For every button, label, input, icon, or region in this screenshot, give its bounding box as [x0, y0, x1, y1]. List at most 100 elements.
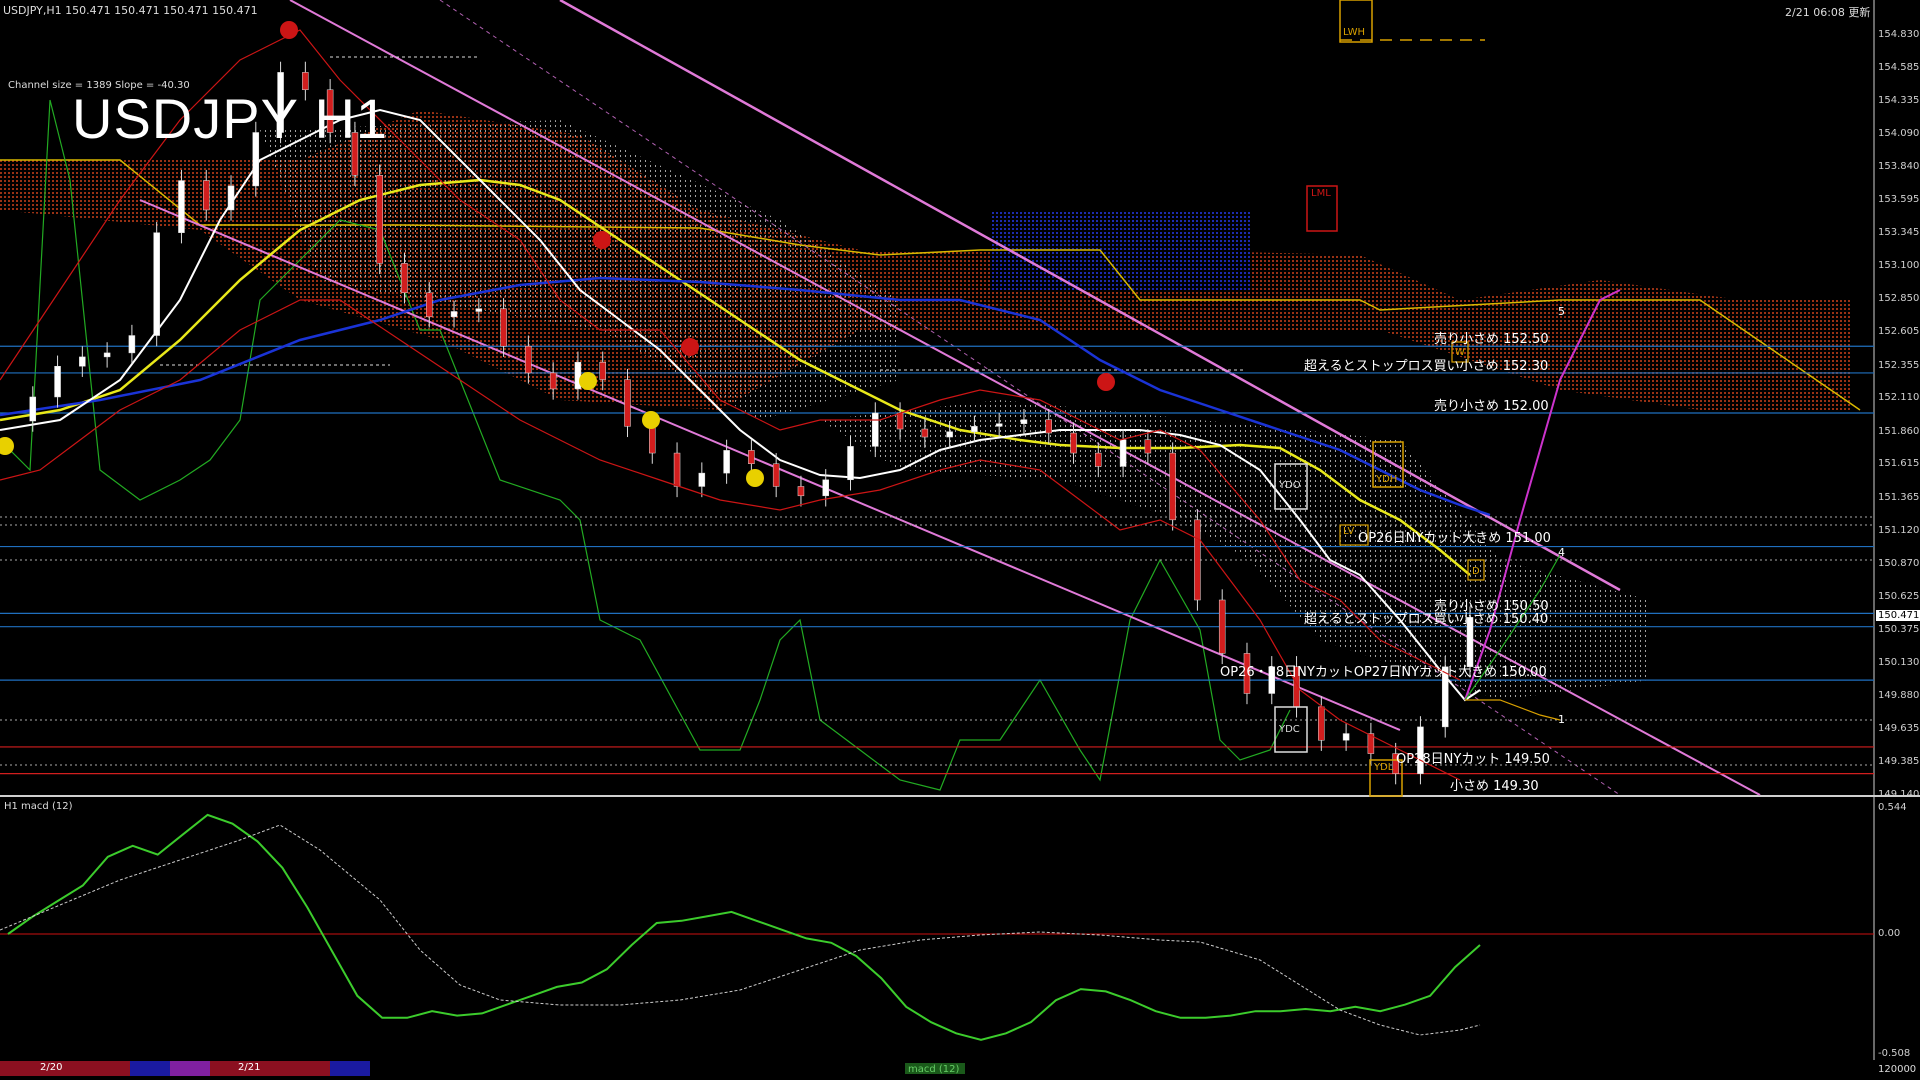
candle-body [921, 428, 929, 438]
d-label: D [1472, 566, 1480, 577]
candle-body [723, 450, 730, 474]
candle-body [624, 379, 631, 427]
price-tick: 152.605 [1878, 326, 1920, 338]
candle-body [178, 180, 185, 233]
candle-body [872, 412, 879, 447]
ydh-label: YDH [1376, 474, 1398, 485]
level-label: OP26・28日NYカットOP27日NYカット大きめ 150.00 [1220, 665, 1547, 680]
candle-body [847, 446, 854, 481]
lv-label: LV [1343, 526, 1355, 537]
wave-label-1: 1 [1558, 713, 1565, 726]
price-tick: 154.585 [1878, 61, 1920, 73]
candle-body [822, 479, 829, 497]
candle-body [698, 472, 706, 487]
price-tick: 151.860 [1878, 425, 1920, 437]
candle-body [1045, 419, 1052, 434]
current-price-tag: 150.471 [1876, 610, 1920, 622]
macd-tag: macd (12) [908, 1064, 960, 1075]
macd-label: H1 macd (12) [4, 801, 73, 812]
price-tick: 149.140 [1878, 789, 1920, 800]
symbol-info: USDJPY,H1 150.471 150.471 150.471 150.47… [3, 4, 258, 17]
candle-body [971, 426, 978, 432]
candle-body [896, 412, 904, 430]
price-tick: 152.850 [1878, 293, 1920, 305]
candle-body [797, 486, 805, 497]
candle-body [748, 450, 755, 465]
level-label: 超えるとストップロス買い小さめ 150.40 [1304, 612, 1549, 627]
level-label: OP28日NYカット 149.50 [1396, 752, 1550, 767]
price-tick: 150.375 [1878, 624, 1920, 636]
price-tick: 153.345 [1878, 227, 1920, 239]
candle-body [995, 423, 1003, 427]
candle-body [227, 185, 235, 211]
price-tick: 153.840 [1878, 161, 1920, 173]
chart-canvas [0, 0, 1920, 1080]
price-tick: 154.090 [1878, 127, 1920, 139]
price-tick: 149.635 [1878, 722, 1920, 734]
candle-body [649, 426, 656, 454]
price-tick: 152.355 [1878, 359, 1920, 371]
timestamp: 2/21 06:08 更新 [1785, 6, 1871, 19]
candle-body [1070, 432, 1077, 454]
candle-body [1194, 519, 1201, 601]
candle-body [1318, 706, 1325, 741]
candle-body [29, 396, 37, 422]
price-tick: 150.130 [1878, 656, 1920, 668]
price-tick: 154.335 [1878, 95, 1920, 107]
price-tick: 151.615 [1878, 458, 1920, 470]
macd-tick-top: 0.544 [1878, 802, 1907, 813]
price-tick: 153.595 [1878, 193, 1920, 205]
wave-label-4: 4 [1558, 546, 1565, 559]
candle-body [1144, 439, 1152, 454]
candle-body [525, 345, 532, 374]
price-tick: 154.830 [1878, 29, 1920, 40]
price-tick: 151.365 [1878, 491, 1920, 503]
candle-body [426, 292, 433, 318]
level-label: OP26日NYカット大きめ 151.00 [1358, 531, 1551, 546]
candle-body [79, 356, 86, 367]
macd-tick-bottom: -0.508 [1878, 1048, 1911, 1059]
candle-body [946, 431, 953, 438]
chart-title: USDJPY H1 [72, 87, 389, 150]
candle-body [549, 372, 557, 390]
price-tick: 149.385 [1878, 756, 1920, 768]
candle-body [475, 308, 483, 312]
candle-body [54, 365, 61, 398]
ydc-label: YDC [1279, 724, 1300, 735]
candle-body [153, 232, 160, 336]
price-tick: 153.100 [1878, 260, 1920, 272]
candle-body [1342, 733, 1350, 741]
level-label: 超えるとストップロス買い小さめ 152.30 [1304, 359, 1549, 374]
date-label-2: 2/21 [238, 1062, 261, 1073]
level-label: 小さめ 149.30 [1450, 779, 1539, 794]
wave-label-5: 5 [1558, 305, 1565, 318]
price-tick: 150.870 [1878, 557, 1920, 569]
candle-body [500, 308, 507, 347]
candle-body [401, 263, 408, 294]
price-tick: 151.120 [1878, 524, 1920, 536]
level-label: 売り小さめ 152.00 [1434, 399, 1549, 414]
candle-body [1095, 452, 1102, 467]
macd-tick-zero: 0.00 [1878, 928, 1901, 939]
ydl-label: YDL [1374, 762, 1394, 773]
candle-body [376, 174, 383, 264]
lwh-label: LWH [1343, 27, 1366, 38]
candle-body [103, 352, 111, 358]
candle-body [1218, 599, 1226, 654]
candle-body [128, 335, 136, 354]
candle-body [202, 180, 210, 211]
date-label-1: 2/20 [40, 1062, 63, 1073]
candle-body [1119, 439, 1127, 467]
w-label: W [1455, 347, 1465, 358]
corner-value: 120000 [1878, 1064, 1917, 1075]
price-tick: 152.110 [1878, 392, 1920, 404]
candle-body [450, 311, 458, 318]
candle-body [1020, 419, 1028, 424]
lml-label: LML [1311, 188, 1331, 199]
candle-body [772, 463, 780, 487]
ydo-label: YDO [1279, 480, 1301, 491]
price-tick: 149.880 [1878, 690, 1920, 702]
candle-body [599, 361, 606, 380]
price-tick: 150.625 [1878, 590, 1920, 602]
candle-body [673, 452, 681, 487]
